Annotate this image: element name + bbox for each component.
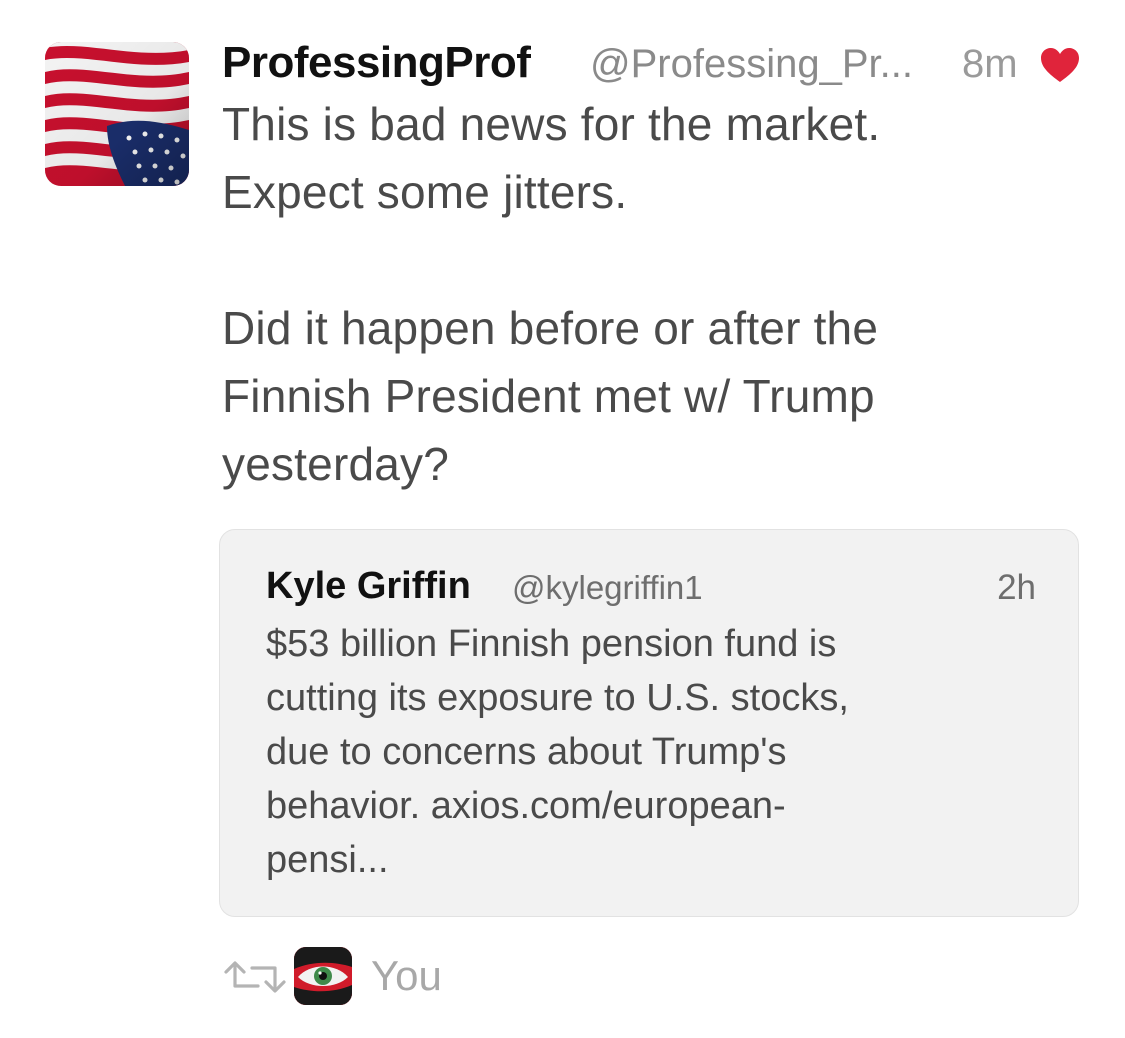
retweeted-by-label: You <box>371 952 442 999</box>
quoted-user-handle: @kylegriffin1 <box>512 569 703 606</box>
quoted-tweet-timestamp: 2h <box>997 568 1036 607</box>
tweet-text: This is bad news for the market. Expect … <box>222 98 881 490</box>
quoted-tweet-card[interactable]: Kyle Griffin @kylegriffin1 2h $53 billio… <box>219 529 1079 917</box>
quoted-tweet-text: $53 billion Finnish pension fund is cutt… <box>266 623 849 881</box>
user-handle[interactable]: @Professing_Pr... <box>590 39 913 89</box>
tweet-timestamp: 8m <box>962 42 1018 86</box>
retweet-context: You <box>222 946 622 1006</box>
eye-icon <box>294 947 352 1005</box>
tweet[interactable]: ProfessingProf @Professing_Pr... 8m This… <box>0 0 1125 1038</box>
retweet-icon <box>224 961 286 993</box>
quoted-display-name: Kyle Griffin <box>266 565 471 607</box>
us-flag-avatar[interactable] <box>45 42 189 186</box>
eye-avatar[interactable] <box>294 947 352 1005</box>
flag-icon <box>45 42 189 186</box>
quoted-tweet-header: Kyle Griffin @kylegriffin1 2h <box>266 563 1036 611</box>
tweet-header: ProfessingProf @Professing_Pr... 8m <box>222 36 1082 92</box>
heart-icon[interactable] <box>1039 46 1081 84</box>
display-name[interactable]: ProfessingProf <box>222 36 531 90</box>
